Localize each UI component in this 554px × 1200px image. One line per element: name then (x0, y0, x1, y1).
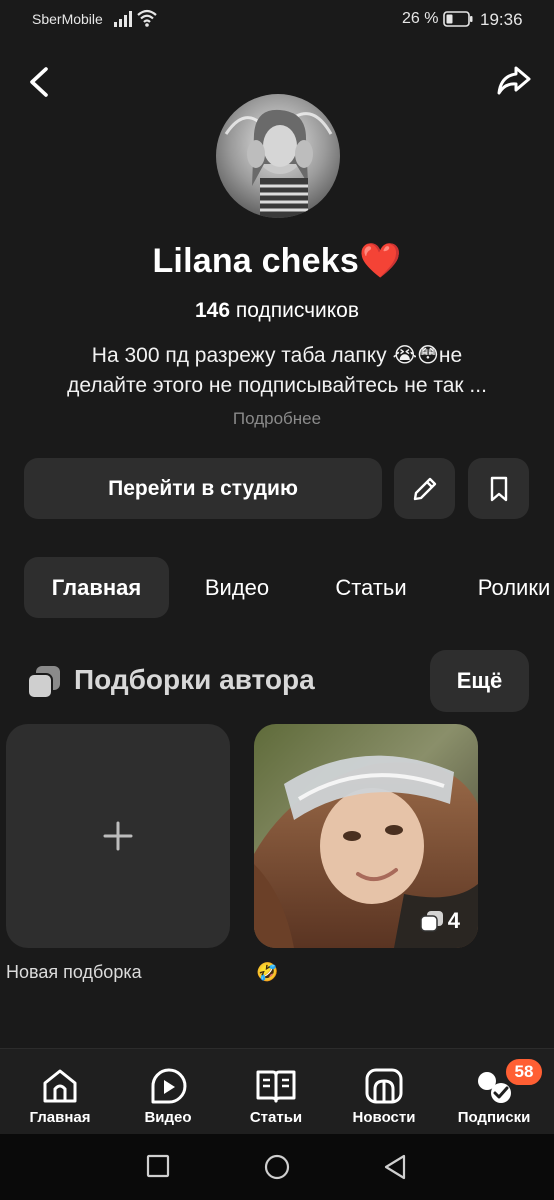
book-icon (256, 1070, 296, 1103)
subscribers-line: 146 подписчиков (0, 299, 554, 323)
system-back-icon[interactable] (382, 1154, 408, 1182)
home-icon (43, 1069, 77, 1103)
bottom-nav: Главная Видео Статьи Новости 58 Подписки (0, 1048, 554, 1134)
collections-icon (27, 666, 60, 699)
new-collection-label: Новая подборка (6, 962, 142, 982)
nav-item-articles[interactable]: Статьи (226, 1049, 326, 1135)
notification-badge: 58 (504, 1057, 544, 1087)
clock: 19:36 (480, 10, 523, 29)
profile-bio: На 300 пд разрежу таба лапку 😭😳не делайт… (20, 341, 534, 401)
collection-count: 4 (420, 908, 460, 934)
stack-icon (420, 911, 443, 932)
tab-main[interactable]: Главная (24, 557, 169, 618)
bookmark-icon (490, 476, 507, 501)
recent-apps-icon[interactable] (146, 1154, 170, 1178)
profile-page: SberMobile 26 % 19:36 Lilana cheks❤️ 146… (0, 0, 554, 1200)
tab-video[interactable]: Видео (184, 557, 290, 618)
share-icon[interactable] (496, 64, 532, 98)
video-icon (151, 1068, 187, 1104)
bio-line: делайте этого не подписывайтесь не так .… (67, 374, 487, 397)
battery-percent: 26 % (402, 10, 439, 27)
plus-icon (103, 821, 133, 851)
collection-count-value: 4 (447, 908, 460, 933)
more-link[interactable]: Подробнее (0, 409, 554, 429)
home-button-icon[interactable] (263, 1154, 291, 1182)
avatar-photo (216, 94, 340, 218)
news-icon (365, 1068, 403, 1104)
profile-name: Lilana cheks❤️ (152, 242, 402, 280)
subscribers-count: 146 (194, 299, 231, 322)
nav-label: Главная (29, 1109, 91, 1126)
new-collection-card[interactable] (6, 724, 230, 948)
status-bar: SberMobile 26 % 19:36 (0, 0, 554, 40)
pencil-icon (413, 477, 436, 500)
bookmark-button[interactable] (468, 458, 529, 519)
wifi-icon (137, 9, 157, 27)
collection-card[interactable]: 4 (254, 724, 478, 948)
signal-icon (114, 11, 132, 27)
nav-label: Подписки (457, 1109, 531, 1126)
nav-item-news[interactable]: Новости (334, 1049, 434, 1135)
go-to-studio-button[interactable]: Перейти в студию (24, 458, 382, 519)
edit-button[interactable] (394, 458, 455, 519)
battery-icon (443, 11, 473, 27)
nav-item-home[interactable]: Главная (10, 1049, 110, 1135)
more-collections-button[interactable]: Ещё (430, 650, 529, 712)
bio-line: На 300 пд разрежу таба лапку 😭😳не (91, 344, 463, 367)
system-nav-bar (0, 1134, 554, 1200)
nav-item-subscriptions[interactable]: 58 Подписки (444, 1049, 544, 1135)
collections-title: Подборки автора (74, 664, 315, 695)
avatar[interactable] (216, 94, 340, 218)
nav-label: Статьи (249, 1109, 303, 1126)
nav-label: Видео (144, 1109, 192, 1126)
back-arrow-icon[interactable] (24, 64, 54, 100)
nav-item-video[interactable]: Видео (118, 1049, 218, 1135)
tab-articles[interactable]: Статьи (314, 557, 428, 618)
subscribers-label: подписчиков (235, 299, 360, 322)
tab-shorts[interactable]: Ролики (454, 557, 554, 618)
nav-label: Новости (352, 1109, 416, 1126)
collection-label: 🤣 (256, 962, 279, 982)
carrier-name: SberMobile (32, 11, 103, 27)
